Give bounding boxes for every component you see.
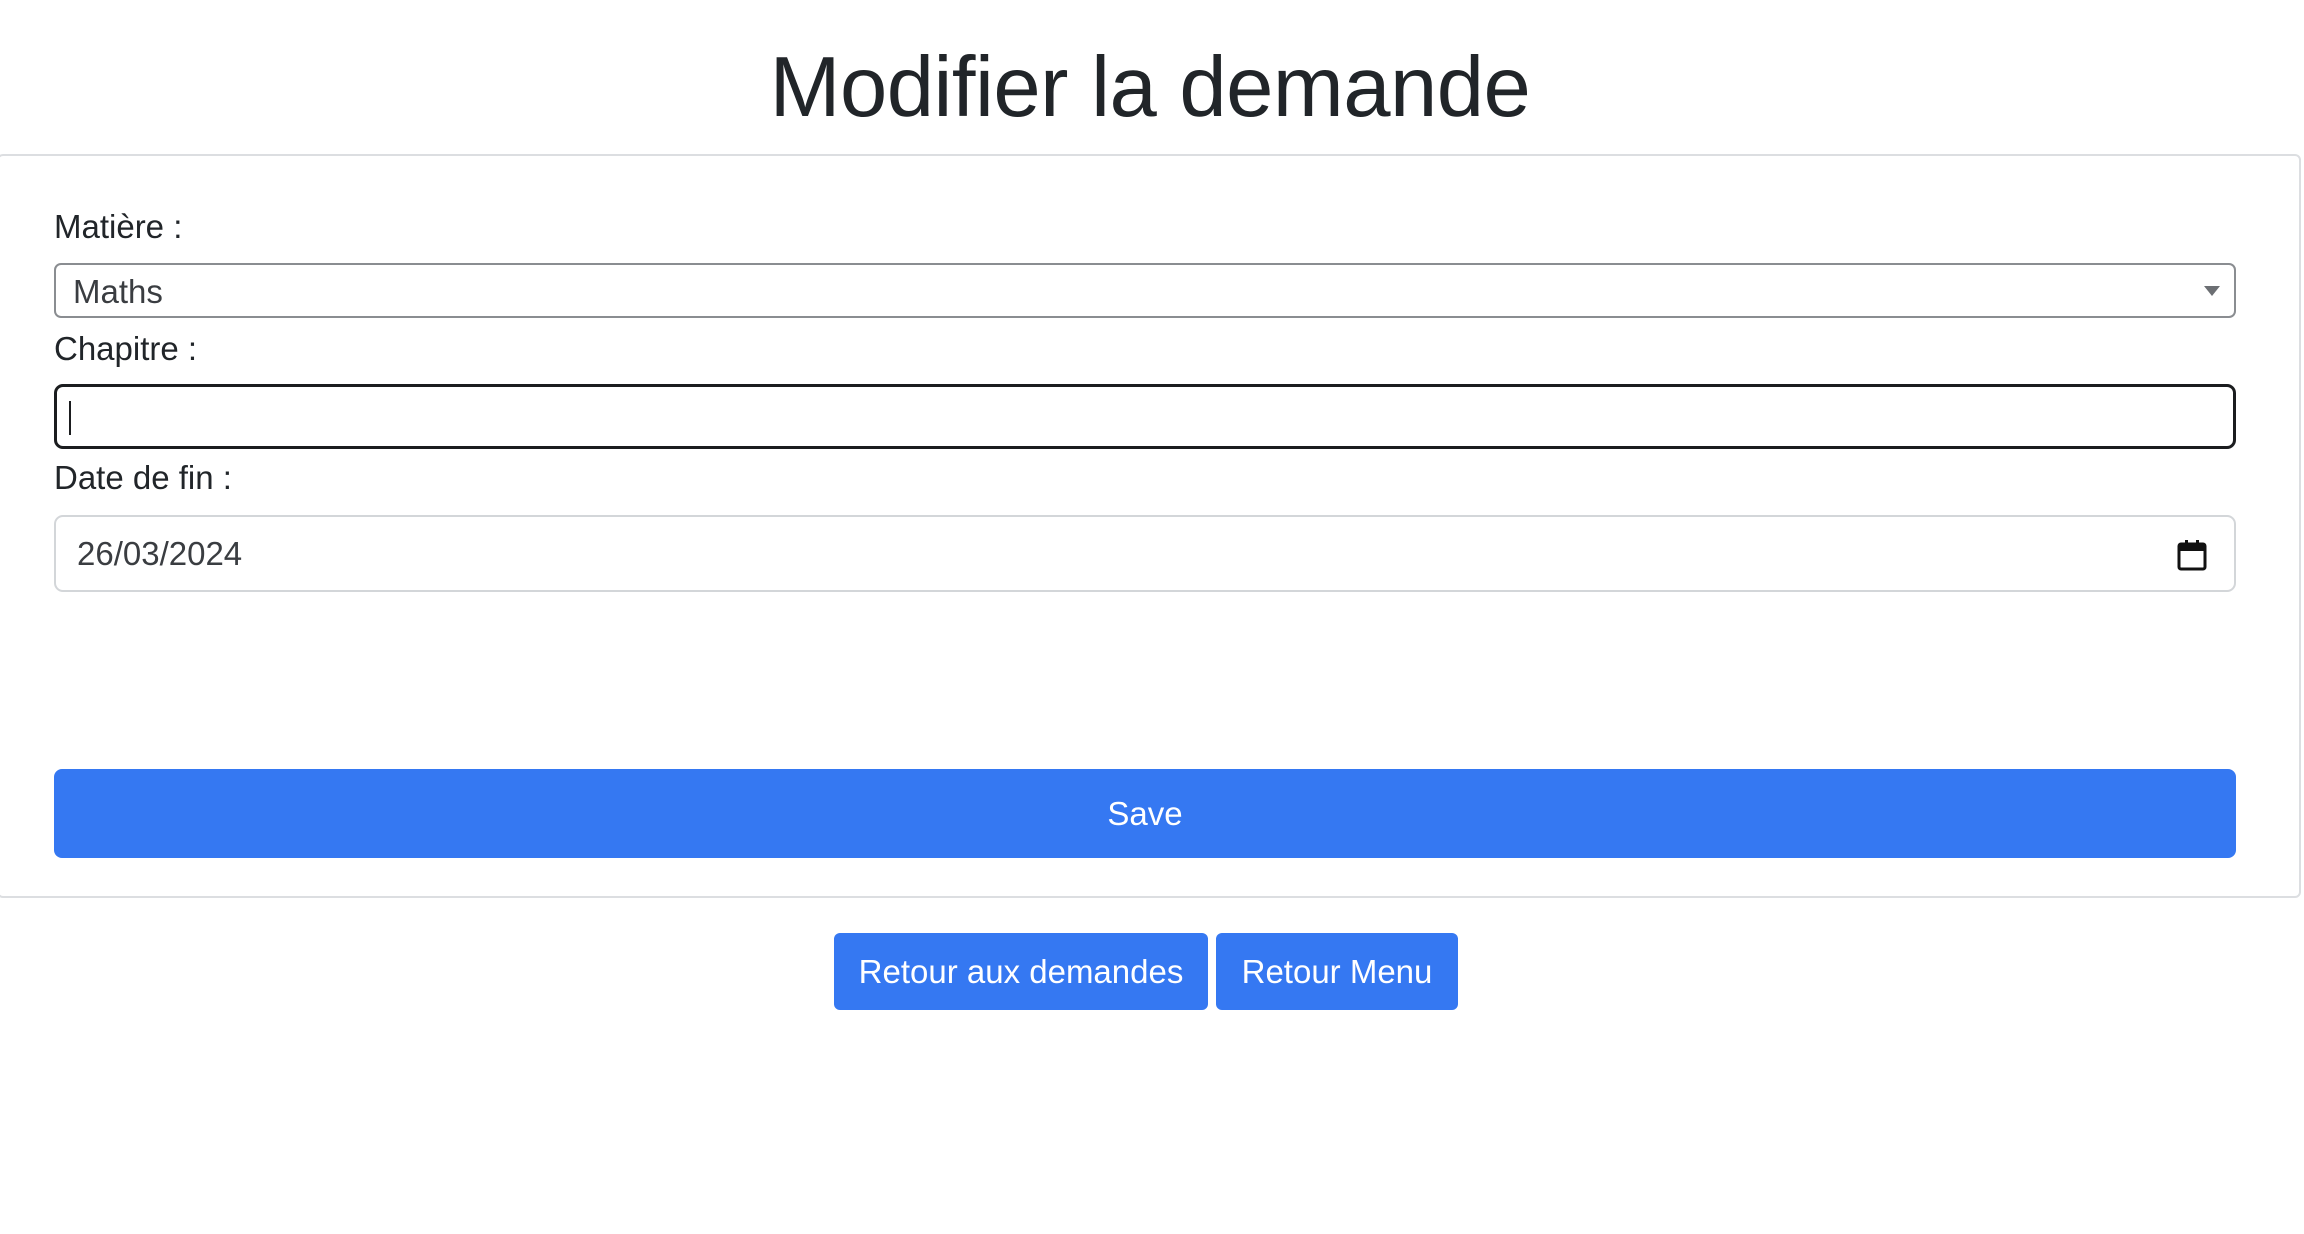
- chapitre-input[interactable]: [54, 384, 2236, 449]
- matiere-selected-value: Maths: [73, 273, 163, 310]
- chevron-down-icon: [2204, 286, 2220, 296]
- page: Modifier la demande Matière : Maths Chap…: [0, 0, 2304, 1234]
- date-fin-value: 26/03/2024: [77, 535, 243, 572]
- page-title: Modifier la demande: [769, 40, 1531, 135]
- save-button[interactable]: Save: [54, 769, 2236, 858]
- back-to-menu-button[interactable]: Retour Menu: [1216, 933, 1458, 1010]
- calendar-icon[interactable]: [2177, 539, 2207, 571]
- edit-request-form: Matière : Maths Chapitre : Date de fin :…: [0, 154, 2301, 898]
- matiere-select[interactable]: Maths: [54, 263, 2236, 318]
- date-fin-label: Date de fin :: [54, 459, 232, 496]
- chapitre-label: Chapitre :: [54, 330, 198, 367]
- date-fin-input[interactable]: 26/03/2024: [54, 515, 2236, 592]
- text-caret: [69, 401, 71, 435]
- back-to-requests-button[interactable]: Retour aux demandes: [834, 933, 1208, 1010]
- matiere-label: Matière :: [54, 208, 183, 245]
